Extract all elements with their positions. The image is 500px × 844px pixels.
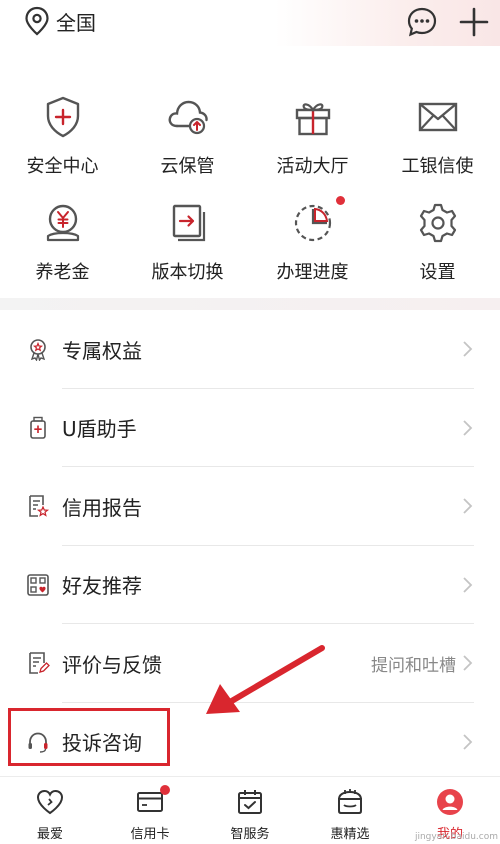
- top-bar: 全国: [0, 0, 500, 46]
- list-item-label: 信用报告: [62, 495, 142, 520]
- list-item-ushield-assistant[interactable]: U盾助手: [0, 389, 500, 467]
- grid-item-settings[interactable]: 设置: [375, 194, 500, 300]
- shopping-bag-icon: [338, 789, 362, 814]
- grid-label: 安全中心: [26, 156, 99, 177]
- annotation-arrow: [206, 645, 325, 714]
- ushield-icon: [30, 416, 46, 439]
- nav-item-smart-service[interactable]: 智服务: [200, 777, 300, 844]
- report-icon: [29, 495, 50, 518]
- gear-icon: [419, 203, 456, 243]
- cloud-upload-icon: [168, 100, 208, 135]
- list-item-exclusive-rights[interactable]: 专属权益: [0, 310, 500, 389]
- shield-plus-icon: [46, 96, 79, 138]
- chevron-right-icon: [463, 655, 473, 671]
- grid-label: 设置: [419, 262, 456, 283]
- nav-item-selected-offers[interactable]: 惠精选: [300, 777, 400, 844]
- feature-grid: 安全中心 云保管 活动大厅 工银信使 养老金 版本切换 办理进度 设置: [0, 88, 500, 300]
- list-item-credit-report[interactable]: 信用报告: [0, 467, 500, 546]
- notification-dot: [160, 785, 170, 795]
- grid-item-cloud-storage[interactable]: 云保管: [125, 88, 250, 194]
- list-item-label: 评价与反馈: [62, 652, 162, 677]
- grid-label: 养老金: [35, 262, 90, 283]
- pension-yen-icon: [46, 204, 79, 242]
- grid-label: 活动大厅: [276, 156, 349, 177]
- list-item-label: 专属权益: [62, 338, 142, 363]
- chevron-right-icon: [463, 498, 473, 514]
- gift-icon: [295, 103, 330, 136]
- location-selector[interactable]: 全国: [24, 6, 96, 36]
- feedback-icon: [29, 652, 50, 675]
- annotation-highlight-box: [8, 708, 170, 766]
- add-icon[interactable]: [458, 6, 490, 38]
- nav-item-favorites[interactable]: 最爱: [0, 777, 100, 844]
- section-separator: [0, 298, 500, 310]
- grid-item-security-center[interactable]: 安全中心: [0, 88, 125, 194]
- grid-item-progress[interactable]: 办理进度: [250, 194, 375, 300]
- list-item-label: U盾助手: [62, 417, 137, 442]
- nav-label: 信用卡: [130, 827, 170, 842]
- chevron-right-icon: [463, 341, 473, 357]
- location-label: 全国: [56, 10, 96, 35]
- watermark: jingyan.baidu.com: [414, 832, 498, 842]
- grid-item-activity-hall[interactable]: 活动大厅: [250, 88, 375, 194]
- message-icon[interactable]: [406, 6, 438, 38]
- envelope-icon: [418, 102, 457, 132]
- switch-version-icon: [172, 204, 205, 242]
- grid-label: 工银信使: [401, 156, 474, 177]
- nav-label: 惠精选: [330, 827, 370, 842]
- grid-label: 版本切换: [151, 262, 224, 283]
- grid-item-icbc-messenger[interactable]: 工银信使: [375, 88, 500, 194]
- heart-icon: [36, 789, 64, 815]
- location-pin-icon: [25, 6, 49, 36]
- profile-icon: [437, 789, 463, 815]
- calendar-check-icon: [238, 790, 262, 814]
- nav-item-credit-card[interactable]: 信用卡: [100, 777, 200, 844]
- list-item-label: 好友推荐: [62, 574, 142, 599]
- qr-recommend-icon: [27, 573, 49, 596]
- ribbon-badge-icon: [30, 339, 46, 362]
- bottom-nav: 最爱 信用卡 智服务 惠精选 我的 jingyan.baidu.com: [0, 776, 500, 844]
- list-item-friend-recommend[interactable]: 好友推荐: [0, 546, 500, 624]
- list-item-hint: 提问和吐槽: [371, 655, 456, 676]
- nav-label: 最爱: [36, 827, 63, 842]
- grid-label: 云保管: [160, 156, 215, 177]
- chevron-right-icon: [463, 420, 473, 436]
- chevron-right-icon: [463, 577, 473, 593]
- grid-item-pension[interactable]: 养老金: [0, 194, 125, 300]
- progress-pie-icon: [294, 204, 331, 242]
- chevron-right-icon: [463, 734, 473, 750]
- nav-label: 智服务: [230, 827, 270, 842]
- notification-dot: [336, 196, 345, 205]
- grid-label: 办理进度: [276, 262, 349, 283]
- grid-item-version-switch[interactable]: 版本切换: [125, 194, 250, 300]
